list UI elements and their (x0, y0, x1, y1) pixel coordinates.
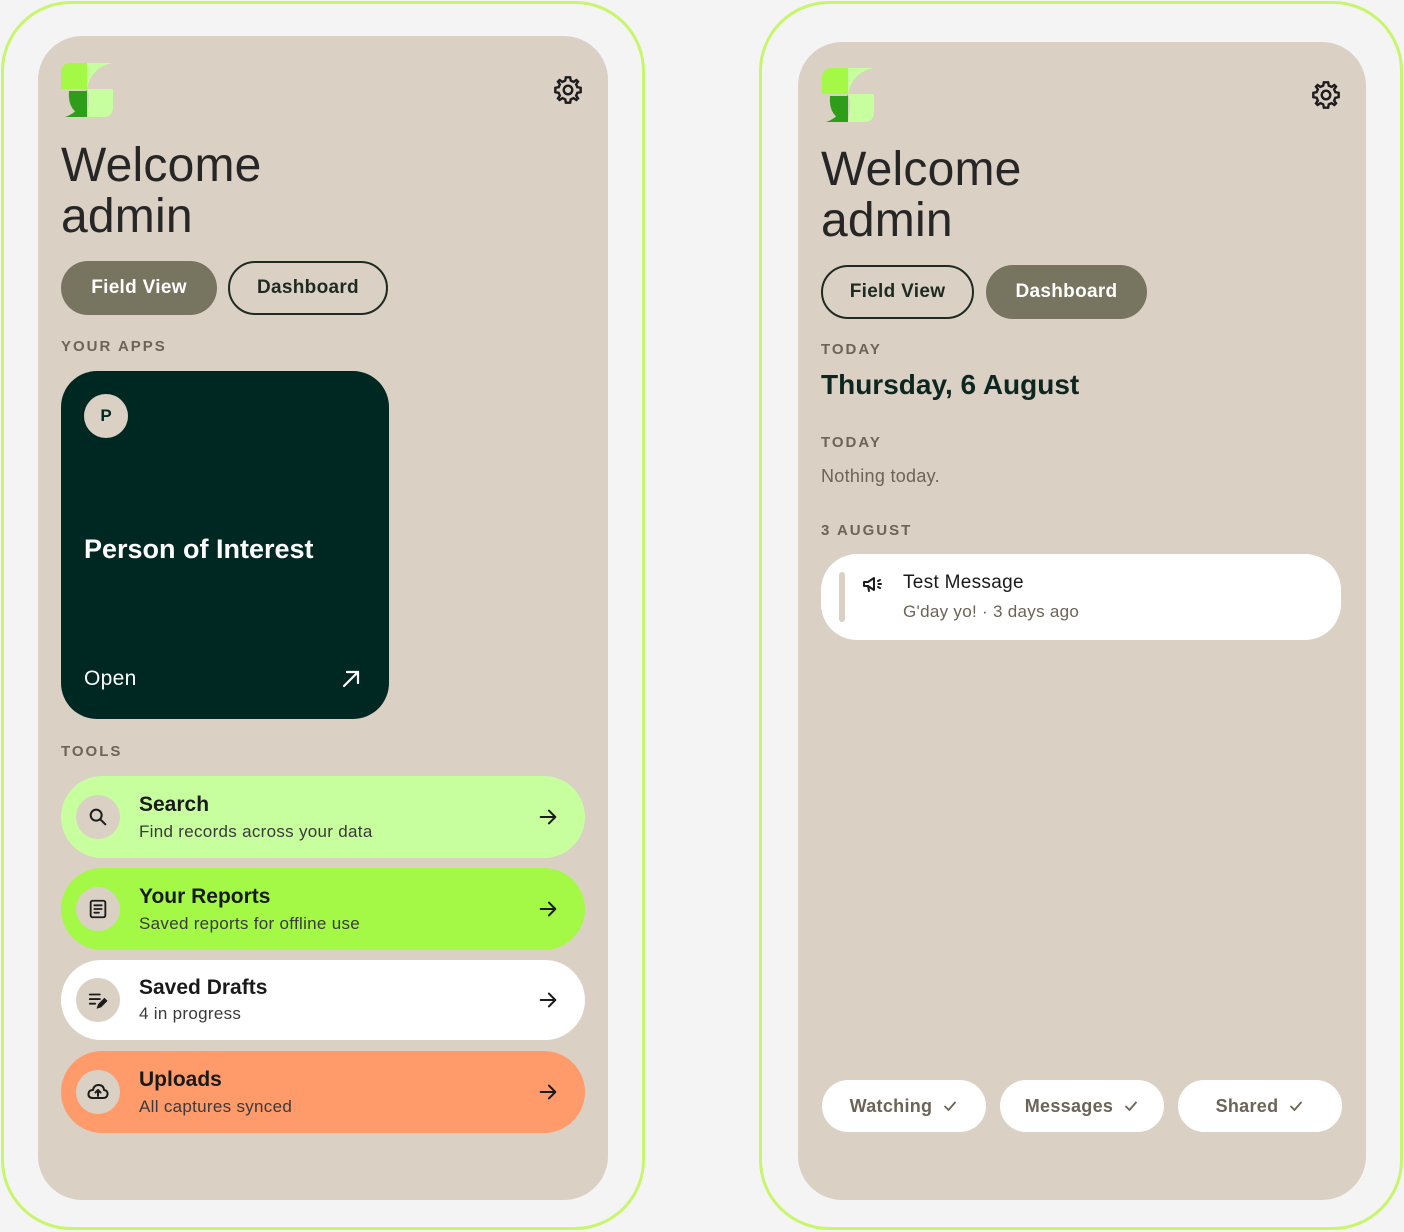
settings-gear-icon[interactable] (1310, 79, 1342, 111)
settings-gear-icon[interactable] (552, 74, 584, 106)
tool-title: Search (139, 793, 210, 816)
filter-watching[interactable]: Watching (822, 1080, 986, 1132)
tool-title: Saved Drafts (139, 976, 268, 999)
megaphone-icon (863, 577, 882, 592)
welcome-heading: Welcome admin (821, 144, 1022, 246)
welcome-heading: Welcome admin (61, 140, 262, 242)
date-group-label: 3 AUGUST (821, 522, 913, 539)
filter-label: Watching (849, 1095, 933, 1116)
current-date: Thursday, 6 August (821, 369, 1080, 400)
cloud-upload-icon-circle (76, 1070, 120, 1114)
your-apps-label: YOUR APPS (61, 338, 167, 355)
app-logo (61, 63, 113, 117)
report-icon (89, 899, 107, 919)
tab-field-view[interactable]: Field View (821, 265, 974, 319)
app-avatar: P (84, 394, 128, 438)
edit-list-icon (88, 993, 108, 1009)
app-open-label[interactable]: Open (84, 667, 137, 691)
app-logo (822, 68, 874, 122)
filter-label: Shared (1215, 1095, 1279, 1116)
today-label: TODAY (821, 341, 882, 358)
edit-list-icon-circle (76, 978, 120, 1022)
welcome-line: Welcome (821, 143, 1022, 196)
field-view-screen: Welcome admin Field View Dashboard YOUR … (38, 36, 608, 1200)
check-icon (1125, 1101, 1138, 1111)
empty-state-text: Nothing today. (821, 466, 940, 486)
tool-subtitle: 4 in progress (139, 1004, 242, 1023)
search-icon (89, 808, 107, 826)
report-icon-circle (76, 887, 120, 931)
app-title: Person of Interest (84, 534, 314, 564)
tab-field-view[interactable]: Field View (61, 261, 217, 315)
arrow-right-icon (539, 992, 557, 1008)
message-item[interactable]: Test Message G'day yo! · 3 days ago (821, 554, 1341, 640)
message-subtitle: G'day yo! · 3 days ago (903, 602, 1080, 621)
search-icon-circle (76, 795, 120, 839)
filter-label: Messages (1024, 1095, 1114, 1116)
tools-label: TOOLS (61, 743, 123, 760)
welcome-line: Welcome (61, 139, 262, 192)
cloud-upload-icon (87, 1084, 109, 1099)
tool-saved-drafts[interactable]: Saved Drafts 4 in progress (61, 960, 585, 1040)
arrow-right-icon (539, 809, 557, 825)
tab-dashboard[interactable]: Dashboard (986, 265, 1147, 319)
arrow-right-icon (539, 901, 557, 917)
tool-subtitle: Saved reports for offline use (139, 914, 361, 933)
tool-uploads[interactable]: Uploads All captures synced (61, 1051, 585, 1133)
today-events-label: TODAY (821, 434, 882, 451)
tool-title: Uploads (139, 1068, 222, 1091)
tool-subtitle: Find records across your data (139, 822, 373, 841)
tool-search[interactable]: Search Find records across your data (61, 776, 585, 858)
message-title: Test Message (903, 572, 1024, 593)
arrow-up-right-icon (342, 670, 360, 688)
filter-messages[interactable]: Messages (1000, 1080, 1164, 1132)
tool-your-reports[interactable]: Your Reports Saved reports for offline u… (61, 868, 585, 950)
arrow-right-icon (539, 1084, 557, 1100)
username-line: admin (821, 194, 953, 247)
filter-shared[interactable]: Shared (1178, 1080, 1342, 1132)
dashboard-screen: Welcome admin Field View Dashboard TODAY… (798, 42, 1366, 1200)
check-icon (1290, 1101, 1303, 1111)
username-line: admin (61, 190, 193, 243)
tool-title: Your Reports (139, 885, 271, 908)
app-card-person-of-interest[interactable]: P Person of Interest Open (61, 371, 389, 719)
tab-dashboard[interactable]: Dashboard (228, 261, 388, 315)
message-accent-bar (839, 572, 845, 622)
check-icon (944, 1101, 957, 1111)
tool-subtitle: All captures synced (139, 1097, 293, 1116)
